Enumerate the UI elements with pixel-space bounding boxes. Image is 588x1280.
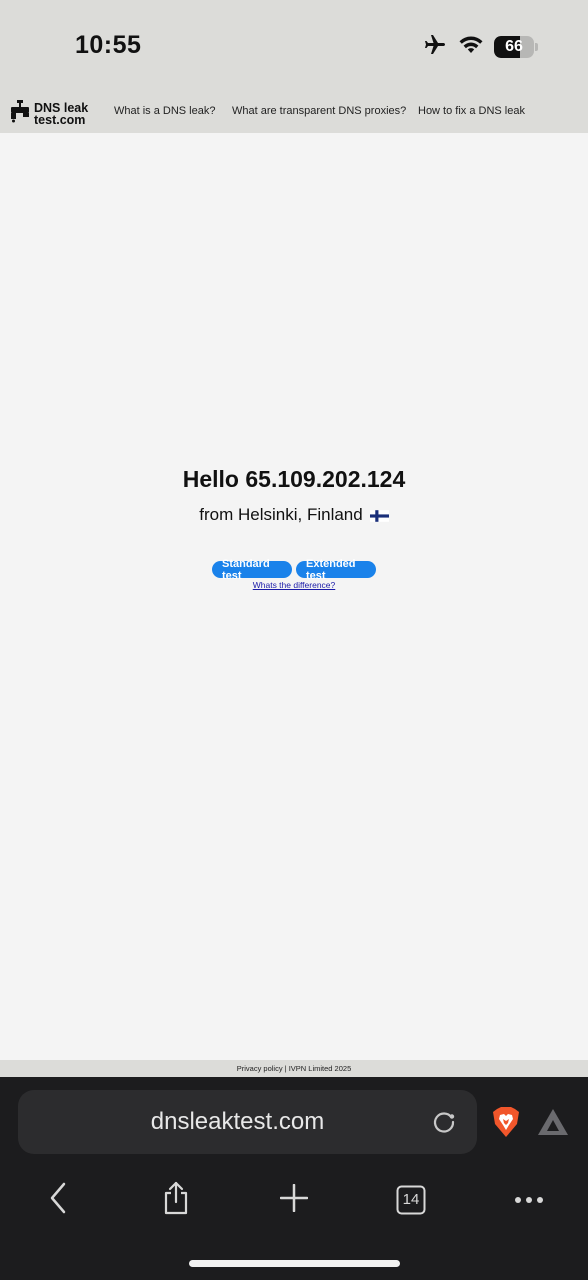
home-indicator[interactable] [189, 1260, 400, 1267]
tabs-button[interactable]: 14 [391, 1180, 431, 1220]
tabs-icon: 14 [396, 1185, 426, 1215]
status-icons: 66 [422, 34, 538, 60]
airplane-icon [422, 33, 448, 62]
flag-finland-icon [369, 508, 389, 522]
faucet-icon [9, 99, 31, 128]
chevron-left-icon [48, 1182, 68, 1219]
battery-text: 66 [505, 38, 523, 55]
more-button[interactable] [509, 1180, 549, 1220]
wifi-icon [458, 35, 484, 60]
extended-test-button[interactable]: Extended test [296, 558, 376, 582]
site-footer[interactable]: Privacy policy | IVPN Limited 2025 [0, 1060, 588, 1077]
difference-link[interactable]: Whats the difference? [0, 580, 588, 590]
location-text: from Helsinki, Finland [199, 505, 363, 524]
back-button[interactable] [38, 1180, 78, 1220]
site-logo[interactable]: DNS leak test.com [9, 99, 88, 128]
nav-transparent-dns-proxies[interactable]: What are transparent DNS proxies? [232, 105, 406, 117]
browser-chrome: dnsleaktest.com 14 [0, 1077, 588, 1280]
more-icon [514, 1191, 544, 1209]
new-tab-button[interactable] [274, 1180, 314, 1220]
triangle-icon[interactable] [537, 1108, 569, 1141]
share-button[interactable] [156, 1180, 196, 1220]
tab-count: 14 [402, 1191, 420, 1208]
standard-test-button[interactable]: Standard test [212, 558, 292, 582]
test-buttons: Standard test Extended test [0, 558, 588, 582]
reload-icon[interactable] [431, 1109, 457, 1140]
location-line: from Helsinki, Finland [0, 505, 588, 525]
brave-shield-icon[interactable] [492, 1106, 520, 1143]
greeting-heading: Hello 65.109.202.124 [182, 466, 406, 492]
plus-icon [279, 1183, 309, 1217]
nav-how-to-fix[interactable]: How to fix a DNS leak [418, 105, 525, 117]
battery: 66 [494, 36, 534, 58]
battery-cap [535, 43, 538, 51]
nav-what-is-dns-leak[interactable]: What is a DNS leak? [114, 105, 215, 117]
url-text[interactable]: dnsleaktest.com [18, 1090, 417, 1154]
status-bar: 10:55 66 [0, 0, 588, 92]
logo-text: DNS leak test.com [34, 100, 89, 127]
share-icon [162, 1181, 190, 1220]
address-bar[interactable]: dnsleaktest.com [18, 1090, 477, 1154]
battery-icon: 66 [494, 36, 538, 58]
logo-line2: test.com [34, 112, 86, 127]
site-header: DNS leak test.com What is a DNS leak? Wh… [0, 92, 588, 133]
logo-line1: DNS leak [34, 100, 89, 115]
status-time: 10:55 [75, 31, 142, 59]
